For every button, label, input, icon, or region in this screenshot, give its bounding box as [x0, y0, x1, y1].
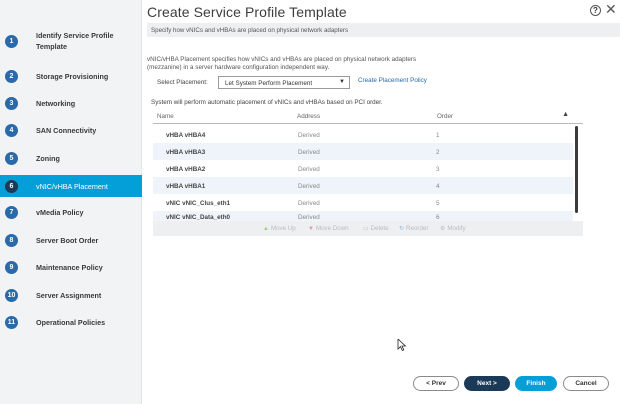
step-number: 6 — [5, 179, 18, 193]
delete-label: Delete — [370, 225, 389, 232]
step-vmedia-policy[interactable]: 7 vMedia Policy — [0, 206, 142, 219]
row-address: Derived — [298, 149, 320, 156]
automatic-placement-note: System will perform automatic placement … — [151, 99, 383, 106]
step-server-boot-order[interactable]: 8 Server Boot Order — [0, 234, 142, 247]
row-order: 2 — [436, 149, 440, 156]
step-number: 9 — [5, 261, 18, 274]
arrow-up-icon: ▲ — [263, 225, 269, 232]
arrow-down-icon: ▼ — [308, 225, 314, 232]
move-up-label: Move Up — [270, 225, 296, 232]
step-server-assignment[interactable]: 10 Server Assignment — [0, 289, 142, 302]
step-number: 4 — [5, 124, 18, 137]
placement-select[interactable]: Let System Perform Placement ▼ — [218, 76, 350, 89]
step-maintenance-policy[interactable]: 9 Maintenance Policy — [0, 261, 142, 274]
row-order: 6 — [436, 214, 440, 221]
placement-description: vNIC/vHBA Placement specifies how vNICs … — [147, 56, 417, 71]
table-row[interactable]: vHBA vHBA3 Derived 2 — [153, 143, 573, 160]
step-vnic-vhba-placement[interactable]: 6 vNIC/vHBA Placement — [0, 175, 142, 197]
table-scrollbar[interactable] — [575, 126, 578, 213]
row-address: Derived — [298, 200, 320, 207]
move-up-button[interactable]: ▲ Move Up — [263, 225, 296, 232]
step-number: 7 — [5, 206, 18, 219]
reorder-button[interactable]: ↻ Reorder — [399, 225, 428, 232]
finish-button[interactable]: Finish — [515, 376, 557, 391]
move-down-label: Move Down — [315, 225, 349, 232]
step-networking[interactable]: 3 Networking — [0, 97, 142, 110]
delete-button[interactable]: ▭ Delete — [363, 225, 389, 232]
help-icon[interactable]: ? — [590, 5, 601, 16]
step-number: 8 — [5, 234, 18, 247]
step-san-connectivity[interactable]: 4 SAN Connectivity — [0, 124, 142, 137]
step-label: Zoning — [36, 154, 60, 163]
table-row[interactable]: vHBA vHBA4 Derived 1 — [153, 126, 573, 143]
refresh-icon: ↻ — [399, 226, 405, 232]
step-identify-template[interactable]: 1 Identify Service Profile Template — [0, 30, 142, 52]
step-label: Server Assignment — [36, 291, 102, 300]
step-number: 11 — [5, 316, 18, 329]
step-subheader: Specify how vNICs and vHBAs are placed o… — [147, 23, 620, 37]
column-header-address[interactable]: Address — [297, 113, 320, 120]
table-action-bar: ▲ Move Up ▼ Move Down ▭ Delete ↻ Reorder… — [153, 221, 583, 236]
table-row[interactable]: vNIC vNIC_Data_eth0 Derived 6 — [153, 211, 573, 221]
step-label: Identify Service Profile Template — [36, 31, 114, 51]
next-button[interactable]: Next > — [464, 376, 510, 391]
step-label: vNIC/vHBA Placement — [36, 181, 108, 191]
row-name: vHBA vHBA1 — [166, 183, 206, 190]
row-address: Derived — [298, 166, 320, 173]
create-placement-policy-link[interactable]: Create Placement Policy — [358, 77, 427, 84]
reorder-label: Reorder — [406, 225, 429, 232]
step-label: Storage Provisioning — [36, 72, 109, 81]
modify-label: Modify — [447, 225, 466, 232]
row-order: 3 — [436, 166, 440, 173]
step-label: vMedia Policy — [36, 208, 84, 217]
table-row[interactable]: vNIC vNIC_Clus_eth1 Derived 5 — [153, 194, 573, 211]
step-operational-policies[interactable]: 11 Operational Policies — [0, 316, 142, 329]
step-number: 2 — [5, 70, 18, 83]
row-address: Derived — [298, 214, 320, 221]
step-number: 3 — [5, 97, 18, 110]
table-row[interactable]: vHBA vHBA1 Derived 4 — [153, 177, 573, 194]
modify-button[interactable]: ⚙ Modify — [440, 225, 466, 232]
gear-icon: ⚙ — [440, 226, 446, 232]
prev-button[interactable]: < Prev — [413, 376, 459, 391]
placement-select-value: Let System Perform Placement — [225, 80, 313, 87]
row-order: 4 — [436, 183, 440, 190]
step-label: Server Boot Order — [36, 236, 99, 245]
row-order: 1 — [436, 132, 440, 139]
table-header: Name Address Order ▲ — [153, 108, 583, 124]
table-row[interactable]: vHBA vHBA2 Derived 3 — [153, 160, 573, 177]
step-storage-provisioning[interactable]: 2 Storage Provisioning — [0, 70, 142, 83]
select-placement-label: Select Placement: — [157, 79, 208, 86]
step-zoning[interactable]: 5 Zoning — [0, 152, 142, 165]
close-icon[interactable]: ✕ — [605, 1, 617, 17]
step-number: 10 — [5, 289, 18, 302]
row-address: Derived — [298, 183, 320, 190]
dialog-title: Create Service Profile Template — [147, 4, 347, 20]
move-down-button[interactable]: ▼ Move Down — [308, 225, 349, 232]
trash-icon: ▭ — [363, 226, 369, 232]
row-name: vHBA vHBA2 — [166, 166, 206, 173]
column-header-order[interactable]: Order — [437, 113, 453, 120]
cancel-button[interactable]: Cancel — [563, 376, 609, 391]
row-order: 5 — [436, 200, 440, 207]
step-label: Maintenance Policy — [36, 263, 103, 272]
step-label: Operational Policies — [36, 318, 106, 327]
column-header-name[interactable]: Name — [157, 113, 174, 120]
row-address: Derived — [298, 132, 320, 139]
sort-ascending-icon[interactable]: ▲ — [562, 111, 569, 118]
mouse-pointer-icon — [397, 339, 407, 351]
vnic-vhba-table: Name Address Order ▲ vHBA vHBA4 Derived … — [153, 108, 583, 221]
row-name: vHBA vHBA3 — [166, 149, 206, 156]
step-number: 1 — [5, 34, 18, 48]
row-name: vNIC vNIC_Clus_eth1 — [166, 200, 231, 207]
step-number: 5 — [5, 152, 18, 165]
row-name: vNIC vNIC_Data_eth0 — [166, 214, 231, 221]
wizard-sidebar: 1 Identify Service Profile Template 2 St… — [0, 0, 142, 404]
chevron-down-icon: ▼ — [339, 79, 345, 85]
row-name: vHBA vHBA4 — [166, 132, 206, 139]
step-label: SAN Connectivity — [36, 126, 97, 135]
step-label: Networking — [36, 99, 76, 108]
